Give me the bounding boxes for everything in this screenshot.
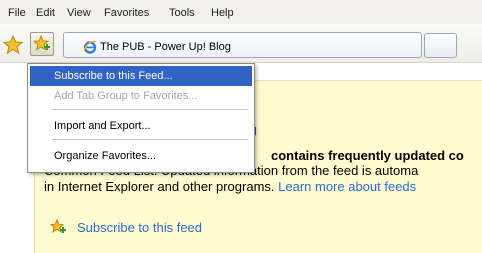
favorites-center-button[interactable] (2, 34, 24, 56)
menu-favorites[interactable]: Favorites (104, 7, 149, 19)
feed-description-line: in Internet Explorer and other programs.… (44, 179, 416, 194)
add-to-favorites-button[interactable] (30, 32, 54, 56)
feed-description-text: in Internet Explorer and other programs. (44, 179, 279, 194)
menu-item-label: Add Tab Group to Favorites... (54, 90, 198, 102)
menu-separator (52, 109, 248, 110)
star-plus-icon[interactable] (50, 219, 66, 235)
feed-description-bold: contains frequently updated co (271, 148, 464, 163)
add-to-favorites-menu: Subscribe to this Feed... Add Tab Group … (27, 63, 255, 173)
menu-file[interactable]: File (8, 7, 26, 19)
menu-help[interactable]: Help (211, 7, 234, 19)
menu-item-organize-favorites[interactable]: Organize Favorites... (30, 146, 252, 166)
menu-item-label: Import and Export... (54, 120, 151, 132)
menu-edit[interactable]: Edit (36, 7, 55, 19)
menu-item-label: Subscribe to this Feed... (54, 70, 173, 82)
new-tab-button[interactable] (424, 33, 457, 58)
learn-more-link[interactable]: Learn more about feeds (278, 179, 416, 194)
menu-item-import-export[interactable]: Import and Export... (30, 116, 252, 136)
menu-item-label: Organize Favorites... (54, 150, 157, 162)
menu-bar: File Edit View Favorites Tools Help (0, 0, 482, 24)
subscribe-to-feed-link[interactable]: Subscribe to this feed (77, 220, 202, 235)
menu-tools[interactable]: Tools (169, 7, 195, 19)
menu-item-subscribe-feed[interactable]: Subscribe to this Feed... (30, 66, 252, 86)
internet-explorer-icon (83, 40, 97, 54)
star-icon (3, 35, 23, 55)
menu-view[interactable]: View (67, 7, 91, 19)
menu-separator (52, 139, 248, 140)
tab-title[interactable]: The PUB - Power Up! Blog (100, 41, 231, 53)
star-plus-icon (33, 35, 50, 51)
menu-item-add-tab-group: Add Tab Group to Favorites... (30, 86, 252, 106)
